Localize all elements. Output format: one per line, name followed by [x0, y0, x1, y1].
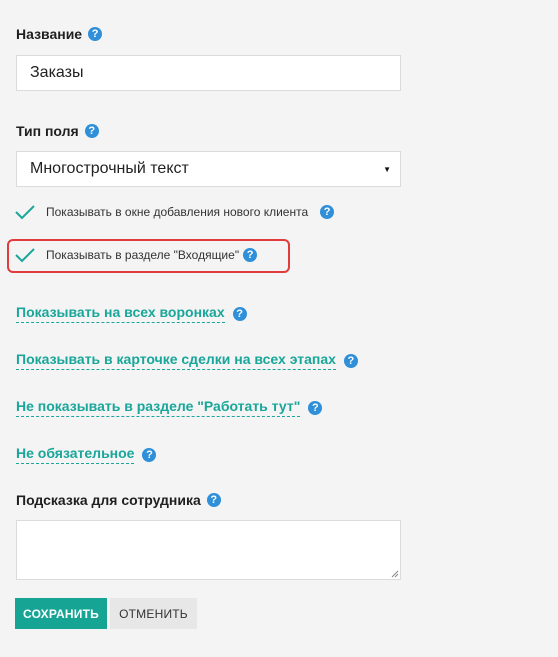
help-icon[interactable]: ? — [343, 353, 358, 368]
link-row-work-here: Не показывать в разделе "Работать тут" ? — [16, 398, 323, 417]
link-show-all-funnels[interactable]: Показывать на всех воронках — [16, 304, 225, 323]
link-row-all-funnels: Показывать на всех воронках ? — [16, 304, 247, 323]
link-not-required[interactable]: Не обязательное — [16, 445, 135, 464]
field-type-selected-value: Многострочный текст — [30, 160, 189, 177]
help-icon[interactable]: ? — [206, 493, 221, 507]
hint-textarea[interactable] — [16, 520, 401, 580]
chevron-down-icon: ▼ — [383, 164, 391, 174]
checkbox-show-new-client[interactable]: Показывать в окне добавления нового клие… — [14, 204, 335, 220]
checkbox-label: Показывать в разделе "Входящие" — [46, 248, 240, 262]
save-button[interactable]: СОХРАНИТЬ — [15, 598, 107, 629]
name-input[interactable] — [16, 55, 401, 91]
help-icon[interactable]: ? — [232, 306, 247, 321]
help-icon[interactable]: ? — [320, 205, 335, 219]
help-icon[interactable]: ? — [142, 447, 157, 462]
checkmark-icon — [15, 248, 35, 263]
link-show-deal-card[interactable]: Показывать в карточке сделки на всех эта… — [16, 351, 336, 370]
checkmark-icon — [15, 205, 35, 220]
link-row-deal-card: Показывать в карточке сделки на всех эта… — [16, 351, 358, 370]
field-type-select[interactable]: Многострочный текст ▼ — [16, 151, 401, 187]
hint-textarea-wrapper — [16, 520, 401, 580]
link-hide-work-here[interactable]: Не показывать в разделе "Работать тут" — [16, 398, 301, 417]
help-icon[interactable]: ? — [88, 27, 103, 41]
field-type-label: Тип поля ? — [16, 123, 99, 139]
resize-handle-icon[interactable] — [391, 570, 399, 578]
help-icon[interactable]: ? — [84, 124, 99, 138]
help-icon[interactable]: ? — [308, 400, 323, 415]
cancel-button[interactable]: ОТМЕНИТЬ — [110, 598, 197, 629]
hint-label: Подсказка для сотрудника ? — [16, 492, 221, 508]
checkbox-show-incoming[interactable]: Показывать в разделе "Входящие" ? — [14, 247, 258, 263]
name-label: Название ? — [16, 26, 103, 42]
link-row-optional: Не обязательное ? — [16, 445, 157, 464]
help-icon[interactable]: ? — [243, 248, 258, 262]
checkbox-label: Показывать в окне добавления нового клие… — [46, 205, 309, 219]
